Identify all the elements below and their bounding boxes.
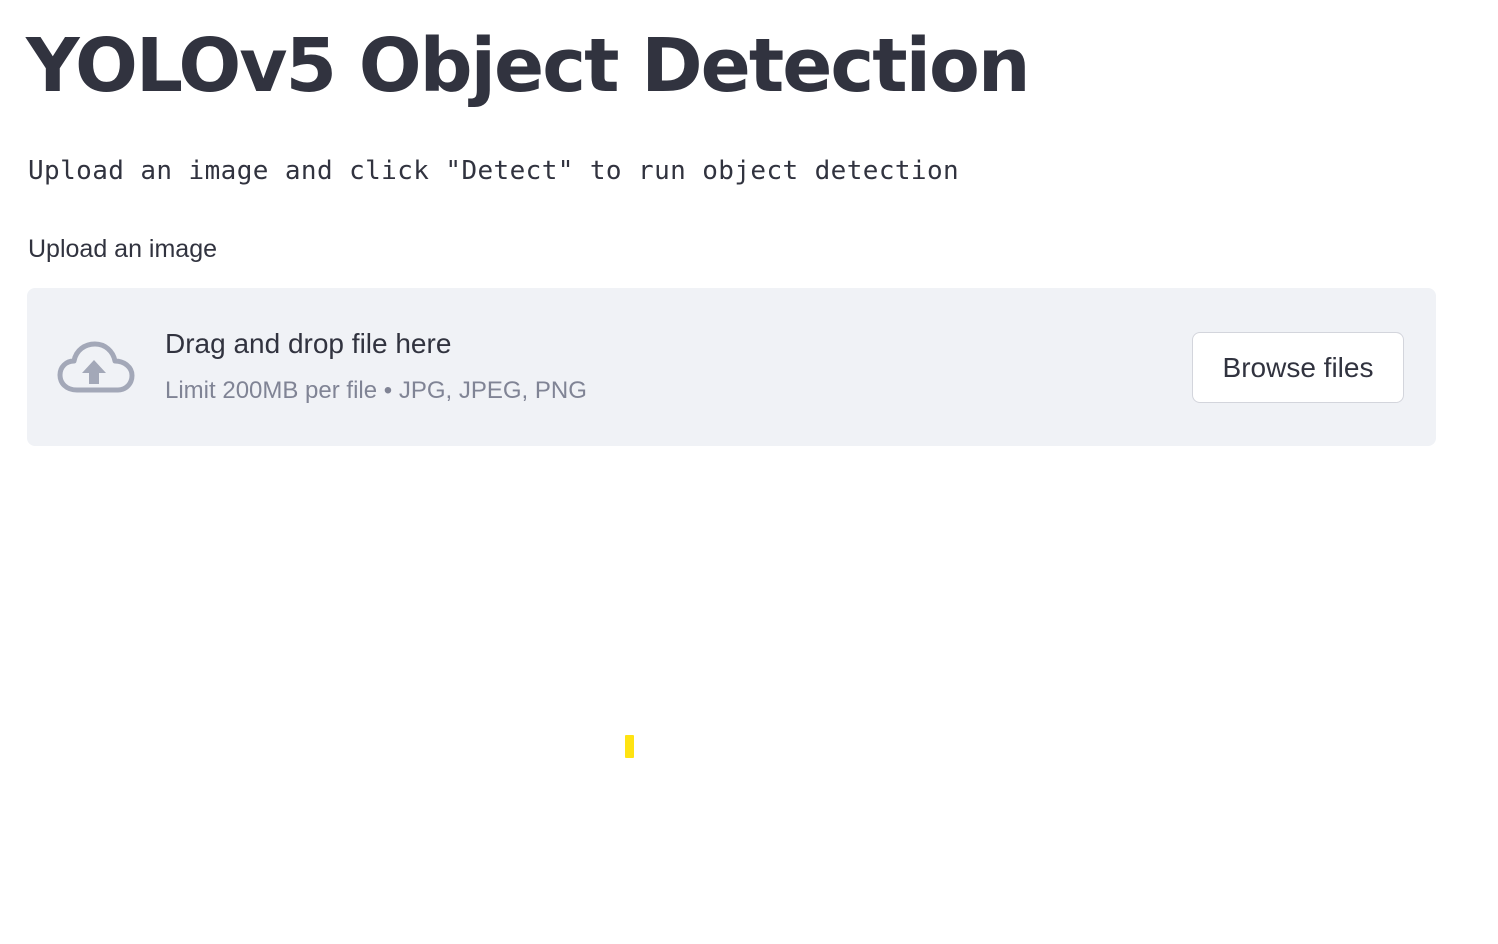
dropzone-title: Drag and drop file here [165, 328, 452, 359]
page-title: YOLOv5 Object Detection [26, 23, 1031, 109]
browse-files-button[interactable]: Browse files [1192, 332, 1404, 403]
file-dropzone[interactable]: Drag and drop file here Limit 200MB per … [27, 288, 1436, 446]
loading-indicator [625, 735, 634, 758]
dropzone-instructions: Drag and drop file here Limit 200MB per … [165, 324, 587, 408]
page-subtitle: Upload an image and click "Detect" to ru… [28, 156, 960, 186]
cloud-upload-icon [57, 340, 135, 396]
file-uploader-label: Upload an image [28, 235, 218, 263]
dropzone-limit-text: Limit 200MB per file • JPG, JPEG, PNG [165, 377, 587, 404]
